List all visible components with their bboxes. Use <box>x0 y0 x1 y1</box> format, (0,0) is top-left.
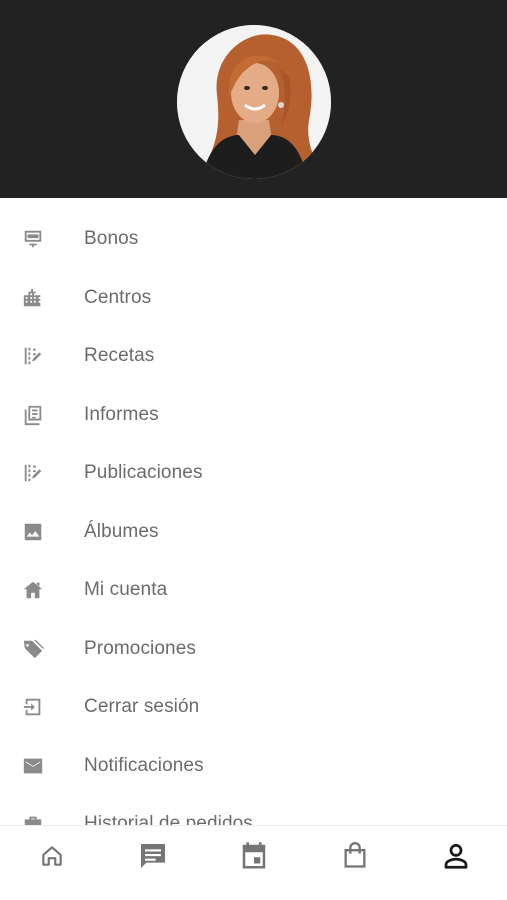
image-icon <box>22 521 44 543</box>
bottom-navigation <box>0 825 507 900</box>
menu-label: Recetas <box>84 345 155 367</box>
avatar[interactable] <box>177 25 331 179</box>
ticket-icon <box>22 228 44 250</box>
menu-label: Mi cuenta <box>84 579 168 601</box>
menu-item-bonos[interactable]: Bonos <box>0 210 507 269</box>
nav-shop-button[interactable] <box>335 836 375 876</box>
prescription-icon <box>22 345 44 367</box>
menu-item-recetas[interactable]: Recetas <box>0 327 507 386</box>
profile-header <box>0 0 507 198</box>
nav-calendar-button[interactable] <box>234 836 274 876</box>
publications-icon <box>22 462 44 484</box>
buildings-icon <box>22 287 44 309</box>
menu-label: Informes <box>84 403 159 425</box>
menu-item-albumes[interactable]: Álbumes <box>0 503 507 562</box>
app-screen: Bonos Centros Recetas Informes Publicaci <box>0 0 507 900</box>
avatar-photo <box>177 25 331 179</box>
menu-label: Centros <box>84 286 152 308</box>
menu-item-notificaciones[interactable]: Notificaciones <box>0 737 507 796</box>
menu-item-mi-cuenta[interactable]: Mi cuenta <box>0 561 507 620</box>
nav-chat-button[interactable] <box>133 836 173 876</box>
person-icon <box>444 844 468 869</box>
nav-profile-button[interactable] <box>436 836 476 876</box>
chat-icon <box>141 844 165 868</box>
menu-label: Promociones <box>84 637 196 659</box>
side-menu: Bonos Centros Recetas Informes Publicaci <box>0 198 507 825</box>
menu-label: Cerrar sesión <box>84 696 200 718</box>
menu-label: Álbumes <box>84 520 159 542</box>
report-icon <box>22 404 44 426</box>
menu-item-cerrar-sesion[interactable]: Cerrar sesión <box>0 678 507 737</box>
account-home-icon <box>22 579 44 601</box>
orders-icon <box>22 813 44 825</box>
mail-icon <box>22 755 44 777</box>
menu-label: Historial de pedidos <box>84 813 253 825</box>
menu-item-publicaciones[interactable]: Publicaciones <box>0 444 507 503</box>
logout-icon <box>22 696 44 718</box>
menu-item-historial-de-pedidos[interactable]: Historial de pedidos <box>0 795 507 825</box>
menu-item-informes[interactable]: Informes <box>0 386 507 445</box>
calendar-icon <box>242 842 266 869</box>
menu-item-centros[interactable]: Centros <box>0 269 507 328</box>
menu-label: Bonos <box>84 228 139 250</box>
menu-item-promociones[interactable]: Promociones <box>0 620 507 679</box>
tag-icon <box>22 638 44 660</box>
menu-label: Notificaciones <box>84 754 204 776</box>
shopping-bag-icon <box>344 842 366 868</box>
nav-home-button[interactable] <box>32 836 72 876</box>
menu-label: Publicaciones <box>84 462 203 484</box>
home-icon <box>42 846 62 866</box>
